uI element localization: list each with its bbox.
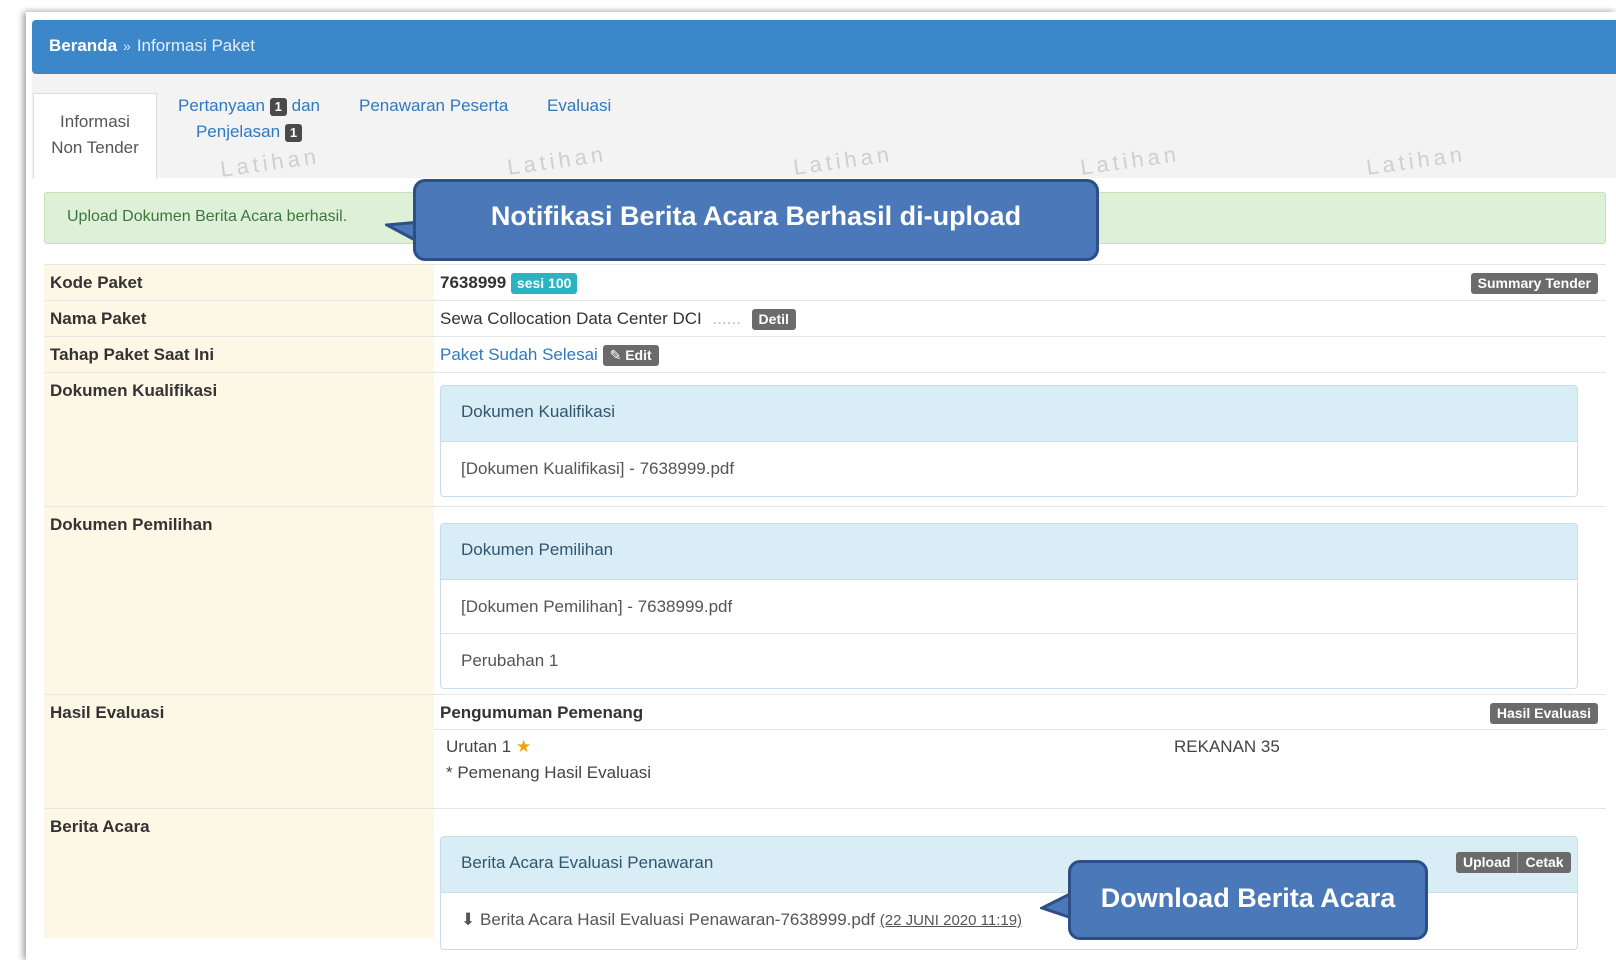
upload-date: (22 JUNI 2020 11:19) (879, 912, 1023, 929)
row-value: Sewa Collocation Data Center DCI ...... … (434, 301, 1606, 336)
tab-label-line1: Informasi (60, 112, 130, 131)
row-label: Kode Paket (44, 265, 434, 300)
cetak-button[interactable]: Cetak (1517, 852, 1571, 873)
row-label: Hasil Evaluasi (44, 695, 434, 808)
edit-button-label: Edit (625, 347, 652, 363)
row-kode-paket: Kode Paket 7638999 sesi 100 Summary Tend… (44, 264, 1606, 300)
nama-paket-value: Sewa Collocation Data Center DCI (440, 309, 702, 328)
document-link[interactable]: Perubahan 1 (441, 634, 1577, 688)
pemenang-note: * Pemenang Hasil Evaluasi (446, 763, 652, 782)
row-value: Pengumuman Pemenang Hasil Evaluasi Uruta… (434, 695, 1606, 808)
tab-label-pertanyaan: Pertanyaan (177, 96, 265, 115)
callout-notifikasi: Notifikasi Berita Acara Berhasil di-uplo… (413, 179, 1099, 261)
tahap-paket-link[interactable]: Paket Sudah Selesai (440, 345, 598, 364)
berita-acara-actions: Upload Cetak (1456, 852, 1571, 873)
detil-button[interactable]: Detil (751, 309, 796, 330)
panel-title: Dokumen Pemilihan (441, 524, 1577, 580)
tab-label-dan: dan (291, 96, 321, 115)
tab-informasi-non-tender[interactable]: Informasi Non Tender (33, 93, 157, 179)
download-icon: ⬇ (461, 910, 476, 929)
breadcrumb-current: Informasi Paket (136, 36, 255, 55)
breadcrumb-separator: » (123, 38, 131, 54)
panel-title: Dokumen Kualifikasi (441, 386, 1577, 442)
document-link[interactable]: [Dokumen Pemilihan] - 7638999.pdf (441, 580, 1577, 634)
urutan-label: Urutan 1 ★ (446, 737, 532, 756)
row-value: Paket Sudah Selesai ✎ Edit (434, 337, 1606, 372)
panel-dokumen-pemilihan: Dokumen Pemilihan [Dokumen Pemilihan] - … (440, 523, 1578, 689)
summary-tender-button[interactable]: Summary Tender (1470, 273, 1598, 294)
hasil-evaluasi-button[interactable]: Hasil Evaluasi (1489, 703, 1598, 724)
tab-label-line2: Non Tender (51, 138, 139, 157)
penjelasan-count-badge: 1 (284, 123, 303, 142)
sesi-badge: sesi 100 (510, 273, 578, 294)
row-label: Dokumen Pemilihan (44, 507, 434, 694)
tab-pertanyaan-penjelasan[interactable]: Pertanyaan 1 dan Penjelasan 1 (174, 93, 324, 145)
kode-paket-value: 7638999 (440, 273, 507, 292)
row-label: Nama Paket (44, 301, 434, 336)
berita-acara-download-link[interactable]: Berita Acara Hasil Evaluasi Penawaran-76… (480, 910, 875, 929)
edit-button[interactable]: ✎ Edit (602, 345, 659, 366)
row-label: Tahap Paket Saat Ini (44, 337, 434, 372)
panel-dokumen-kualifikasi: Dokumen Kualifikasi [Dokumen Kualifikasi… (440, 385, 1578, 497)
row-label: Dokumen Kualifikasi (44, 373, 434, 506)
tab-penawaran-peserta[interactable]: Penawaran Peserta (359, 93, 508, 119)
breadcrumb-home[interactable]: Beranda (49, 36, 117, 55)
tab-label-penjelasan: Penjelasan (195, 122, 281, 141)
pengumuman-pemenang-title: Pengumuman Pemenang (440, 703, 644, 722)
breadcrumb: Beranda » Informasi Paket (32, 20, 1616, 74)
upload-button[interactable]: Upload (1456, 852, 1518, 873)
row-label: Berita Acara (44, 809, 434, 938)
callout-download: Download Berita Acara (1068, 860, 1428, 940)
row-hasil-evaluasi: Hasil Evaluasi Pengumuman Pemenang Hasil… (44, 694, 1606, 808)
document-link[interactable]: [Dokumen Kualifikasi] - 7638999.pdf (441, 442, 1577, 496)
row-nama-paket: Nama Paket Sewa Collocation Data Center … (44, 300, 1606, 336)
tab-evaluasi[interactable]: Evaluasi (547, 93, 611, 119)
row-value: 7638999 sesi 100 Summary Tender (434, 265, 1606, 300)
pertanyaan-count-badge: 1 (269, 97, 287, 116)
row-tahap-paket: Tahap Paket Saat Ini Paket Sudah Selesai… (44, 336, 1606, 372)
star-icon: ★ (515, 737, 532, 756)
edit-icon: ✎ (609, 347, 626, 363)
rekanan-name: REKANAN 35 (1174, 737, 1280, 756)
